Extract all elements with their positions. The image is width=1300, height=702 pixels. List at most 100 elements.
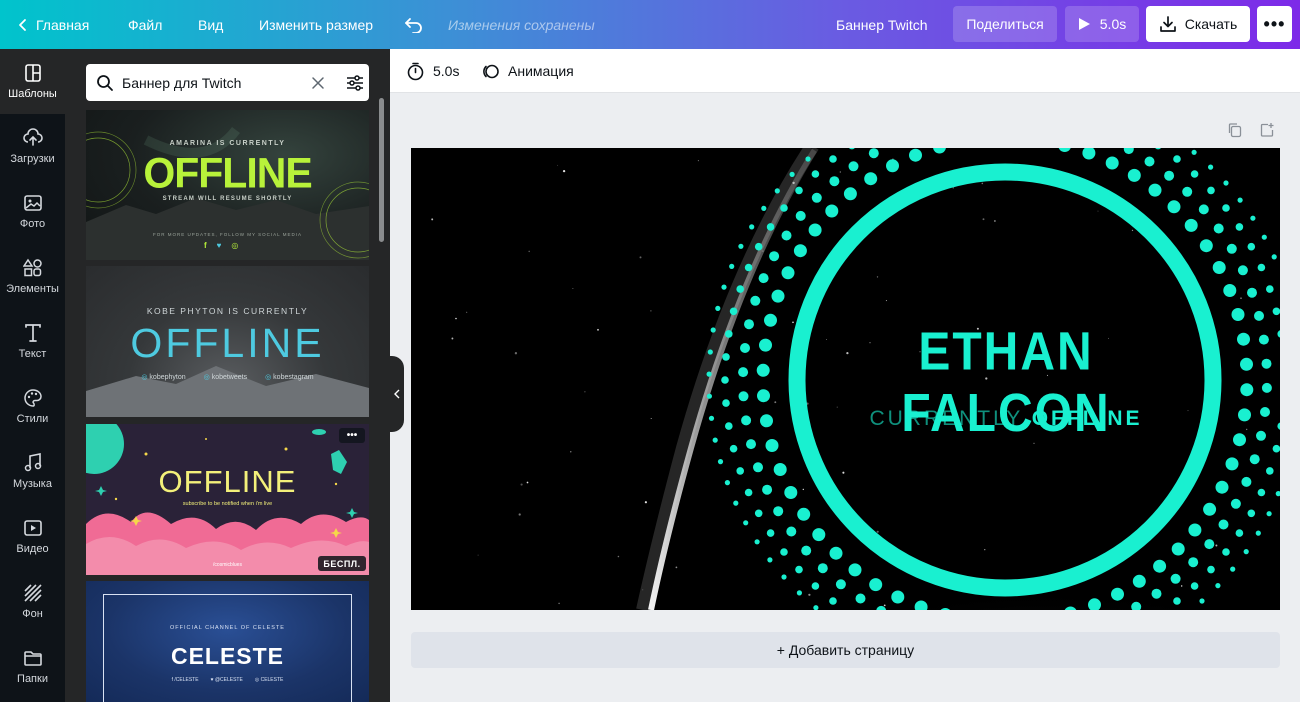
ring-dot [757, 389, 770, 403]
ring-dot [795, 210, 806, 221]
ring-dot [729, 263, 735, 269]
duplicate-page-button[interactable] [1227, 122, 1243, 138]
ring-dot [1199, 239, 1213, 253]
star [455, 317, 457, 320]
star [981, 182, 984, 185]
resize-menu[interactable]: Изменить размер [259, 0, 373, 49]
ring-dot [1171, 542, 1185, 556]
ring-dot [1230, 498, 1241, 509]
sidebar-item-folders[interactable]: Папки [0, 634, 65, 699]
ring-dot [811, 192, 822, 203]
sidebar-item-label: Текст [18, 348, 47, 360]
ring-dot [784, 486, 798, 499]
ring-dot [758, 273, 769, 284]
template-card-celeste[interactable]: OFFICIAL CHANNEL OF CELESTE CELESTE f /C… [86, 581, 369, 702]
ring-dot [1241, 476, 1252, 487]
ring-dot [750, 295, 761, 306]
ring-dot [766, 223, 775, 231]
file-menu[interactable]: Файл [128, 0, 162, 49]
template-card-cosmic[interactable]: OFFLINE subscribe to be notified when i'… [86, 424, 369, 575]
template-card-kobe[interactable]: KOBE PHYTON IS CURRENTLY OFFLINE ◎ kobep… [86, 266, 369, 417]
ring-dot [759, 338, 772, 352]
sidebar-item-label: Музыка [13, 478, 52, 490]
collapse-panel-button[interactable] [390, 356, 404, 432]
undo-button[interactable] [404, 0, 424, 49]
free-badge: БЕСПЛ. [318, 556, 366, 571]
star [839, 171, 841, 173]
duration-button[interactable]: 5.0s [406, 49, 459, 93]
document-title[interactable]: Баннер Twitch [836, 0, 928, 49]
sidebar-item-video[interactable]: Видео [0, 504, 65, 569]
clear-search-icon[interactable] [311, 76, 325, 90]
subtitle-bold: OFFLINE [1031, 407, 1143, 430]
ring-dot [1258, 334, 1269, 345]
ring-dot [765, 439, 779, 452]
ring-dot [725, 330, 733, 338]
download-icon [1159, 16, 1176, 32]
ring-dot [721, 376, 729, 384]
design-canvas[interactable]: ETHAN FALCON CURRENTLY OFFLINE [411, 148, 1280, 610]
play-icon [1078, 18, 1090, 30]
ring-dot [1257, 263, 1266, 272]
ring-dot [1237, 332, 1250, 346]
sidebar-item-music[interactable]: Музыка [0, 439, 65, 504]
star [431, 218, 434, 221]
template-line3: subscribe to be notified when i'm live [182, 501, 273, 507]
star [528, 250, 530, 253]
template-card-amarina[interactable]: AMARINA IS CURRENTLY OFFLINE STREAM WILL… [86, 110, 369, 260]
search-input[interactable] [122, 74, 303, 91]
star [883, 604, 886, 607]
ring-dot [764, 313, 777, 327]
star [1097, 210, 1099, 212]
sidebar-item-photos[interactable]: Фото [0, 179, 65, 244]
play-button[interactable]: 5.0s [1065, 6, 1139, 42]
star [825, 339, 827, 341]
sidebar-item-text[interactable]: Текст [0, 309, 65, 374]
star [1215, 544, 1218, 547]
template-more-button[interactable]: ••• [339, 428, 365, 443]
sidebar-item-uploads[interactable]: Загрузки [0, 114, 65, 179]
star [558, 602, 560, 605]
ring-dot [1240, 383, 1254, 397]
ring-dot [749, 224, 755, 230]
add-page-icon-button[interactable] [1259, 122, 1275, 138]
template-line3: STREAM WILL RESUME SHORTLY [162, 196, 293, 202]
text-icon [24, 324, 41, 342]
sidebar-item-background[interactable]: Фон [0, 569, 65, 634]
ring-dot [1184, 218, 1198, 232]
ring-dot [1250, 215, 1256, 221]
home-link[interactable]: Главная [18, 0, 89, 49]
sidebar-item-elements[interactable]: Элементы [0, 244, 65, 309]
play-duration: 5.0s [1099, 16, 1127, 32]
ring-dot [1190, 582, 1199, 590]
animation-button[interactable]: Анимация [481, 49, 574, 93]
add-page-button[interactable]: + Добавить страницу [411, 632, 1280, 668]
chevron-left-icon [394, 389, 400, 399]
canvas-subtitle[interactable]: CURRENTLY OFFLINE [851, 407, 1161, 431]
ring-dot [1271, 254, 1277, 260]
ring-dot [848, 563, 862, 577]
ring-dot [1188, 523, 1202, 537]
view-menu[interactable]: Вид [198, 0, 223, 49]
ring-dot [817, 563, 828, 574]
panel-scrollbar[interactable] [379, 98, 384, 242]
more-options-button[interactable]: ••• [1257, 6, 1292, 42]
ring-dot [1170, 573, 1181, 584]
duration-label: 5.0s [433, 63, 460, 79]
ring-dot [722, 399, 730, 407]
ring-dot [754, 509, 763, 518]
star [774, 401, 777, 404]
ring-dot [1151, 588, 1162, 599]
ring-dot [1237, 265, 1248, 276]
share-button[interactable]: Поделиться [953, 6, 1057, 42]
download-button[interactable]: Скачать [1146, 6, 1250, 42]
ring-dot [1261, 234, 1267, 240]
ring-dot [1235, 223, 1244, 231]
sidebar-item-styles[interactable]: Стили [0, 374, 65, 439]
ring-dot [797, 507, 811, 521]
filter-icon[interactable] [345, 74, 365, 92]
sidebar-item-templates[interactable]: Шаблоны [0, 49, 65, 114]
star [518, 513, 521, 516]
ring-dot [795, 565, 803, 574]
ring-dot [1215, 583, 1221, 589]
